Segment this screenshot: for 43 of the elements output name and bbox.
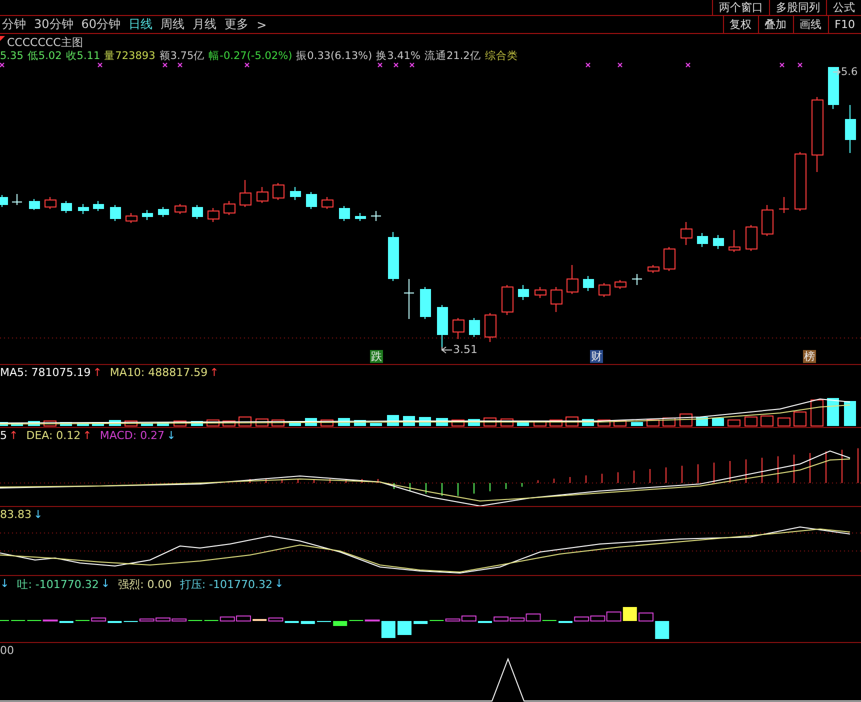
quote-value: 换3.41% [376,48,420,62]
indicator-value: 5 [0,429,7,442]
indicator-value: 强烈: 0.00 [118,577,172,592]
quote-value: 综合类 [484,48,518,62]
trend-arrow: ↓ [34,508,43,521]
trend-arrow: ↓ [100,577,110,592]
quote-value: 振0.33(6.13%) [296,48,372,62]
period-tab[interactable]: 周线 [156,16,189,33]
quote-value: 低5.02 [27,48,62,62]
trend-arrow: ↓ [274,577,284,592]
indicator-value: 吐: -101770.32 [17,577,99,592]
more-arrow-button[interactable]: > [252,16,271,33]
trend-arrow: ↑ [210,366,219,379]
quote-value: 额3.75亿 [159,48,205,62]
period-tab[interactable]: 分钟 [0,16,30,33]
trend-arrow: ↓ [166,429,176,442]
trend-arrow: ↑ [92,366,102,379]
price-label: 5.6 [841,66,858,78]
period-tab[interactable]: 60分钟 [77,16,125,33]
quote-value: 5.35 [0,50,24,62]
quote-value: 量723893 [104,48,156,62]
indicator-value: MA10: 488817.59 [110,366,208,379]
trend-arrow: ↑ [9,429,18,442]
trend-arrow: ↓ [0,577,10,592]
quote-value: 流通21.2亿 [424,48,481,62]
quote-value: 收5.11 [66,48,100,62]
period-tab[interactable]: 日线 [124,16,157,33]
indicator-value: 打压: -101770.32 [180,577,272,592]
period-tab[interactable]: 月线 [188,16,221,33]
chart-title: CCCCCCC主图 [7,35,83,50]
period-tab[interactable]: 30分钟 [30,16,78,33]
quote-value: 幅-0.27(-5.02%) [208,48,292,62]
indicator-value: DEA: 0.12 [26,429,81,442]
indicator-value: 00 [0,644,14,657]
price-label: 3.51 [453,343,478,356]
period-tab[interactable]: 更多 [220,16,253,33]
event-marker[interactable]: 跌 [370,350,383,363]
indicator-value: MACD: 0.27 [100,429,165,442]
indicator-value: 83.83 [0,508,32,521]
indicator-value: MA5: 781075.19 [0,366,91,379]
event-marker[interactable]: 榜 [803,350,816,363]
event-marker[interactable]: 财 [590,350,603,363]
trend-arrow: ↑ [82,429,92,442]
